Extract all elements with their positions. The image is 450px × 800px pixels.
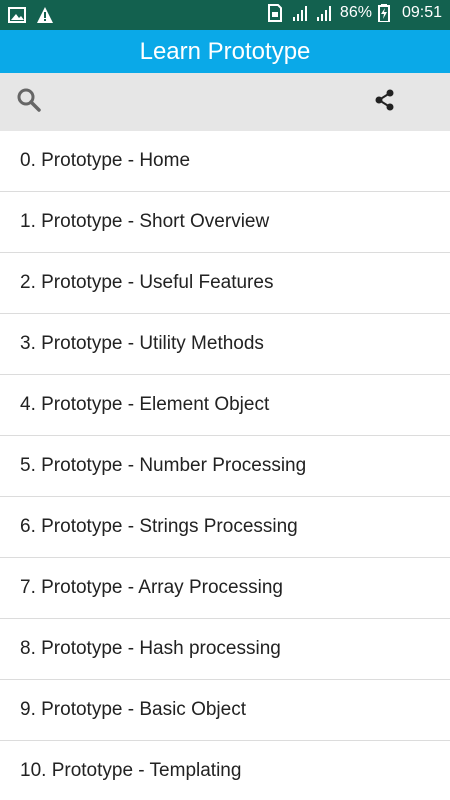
battery-percent: 86% (339, 4, 372, 21)
list-item-label: 0. Prototype - Home (20, 150, 191, 171)
list-item[interactable]: 10. Prototype - Templating (0, 741, 450, 800)
list-item[interactable]: 0. Prototype - Home (0, 131, 450, 192)
warning-icon (36, 6, 54, 24)
list-item-label: 5. Prototype - Number Processing (20, 455, 307, 476)
list-item[interactable]: 9. Prototype - Basic Object (0, 680, 450, 741)
app-title: Learn Prototype (139, 38, 311, 65)
list-item[interactable]: 3. Prototype - Utility Methods (0, 314, 450, 375)
signal-icon (292, 4, 310, 22)
list-item[interactable]: 2. Prototype - Useful Features (0, 253, 450, 314)
list-item[interactable]: 6. Prototype - Strings Processing (0, 497, 450, 558)
list-item-label: 3. Prototype - Utility Methods (20, 333, 264, 354)
list-item-label: 2. Prototype - Useful Features (20, 272, 274, 293)
list-item[interactable]: 1. Prototype - Short Overview (0, 192, 450, 253)
image-icon (8, 6, 26, 24)
share-button[interactable] (370, 87, 400, 117)
list-item-label: 1. Prototype - Short Overview (20, 211, 270, 232)
search-icon (16, 87, 42, 118)
status-bar: 86% 09:51 (0, 0, 450, 30)
list-item-label: 10. Prototype - Templating (20, 760, 242, 781)
list-item-label: 7. Prototype - Array Processing (20, 577, 283, 598)
list-item[interactable]: 4. Prototype - Element Object (0, 375, 450, 436)
sim-icon (267, 4, 286, 22)
list-item-label: 4. Prototype - Element Object (20, 394, 270, 415)
topic-list: 0. Prototype - Home 1. Prototype - Short… (0, 131, 450, 800)
list-item-label: 8. Prototype - Hash processing (20, 638, 281, 659)
battery-icon (377, 4, 396, 23)
signal-icon (316, 4, 334, 22)
app-title-bar: Learn Prototype (0, 30, 450, 73)
list-item[interactable]: 5. Prototype - Number Processing (0, 436, 450, 497)
toolbar (0, 73, 450, 131)
list-item[interactable]: 8. Prototype - Hash processing (0, 619, 450, 680)
list-item-label: 9. Prototype - Basic Object (20, 699, 246, 720)
list-item[interactable]: 7. Prototype - Array Processing (0, 558, 450, 619)
search-button[interactable] (14, 87, 44, 117)
share-icon (373, 88, 397, 117)
list-item-label: 6. Prototype - Strings Processing (20, 516, 298, 537)
clock: 09:51 (401, 4, 442, 21)
